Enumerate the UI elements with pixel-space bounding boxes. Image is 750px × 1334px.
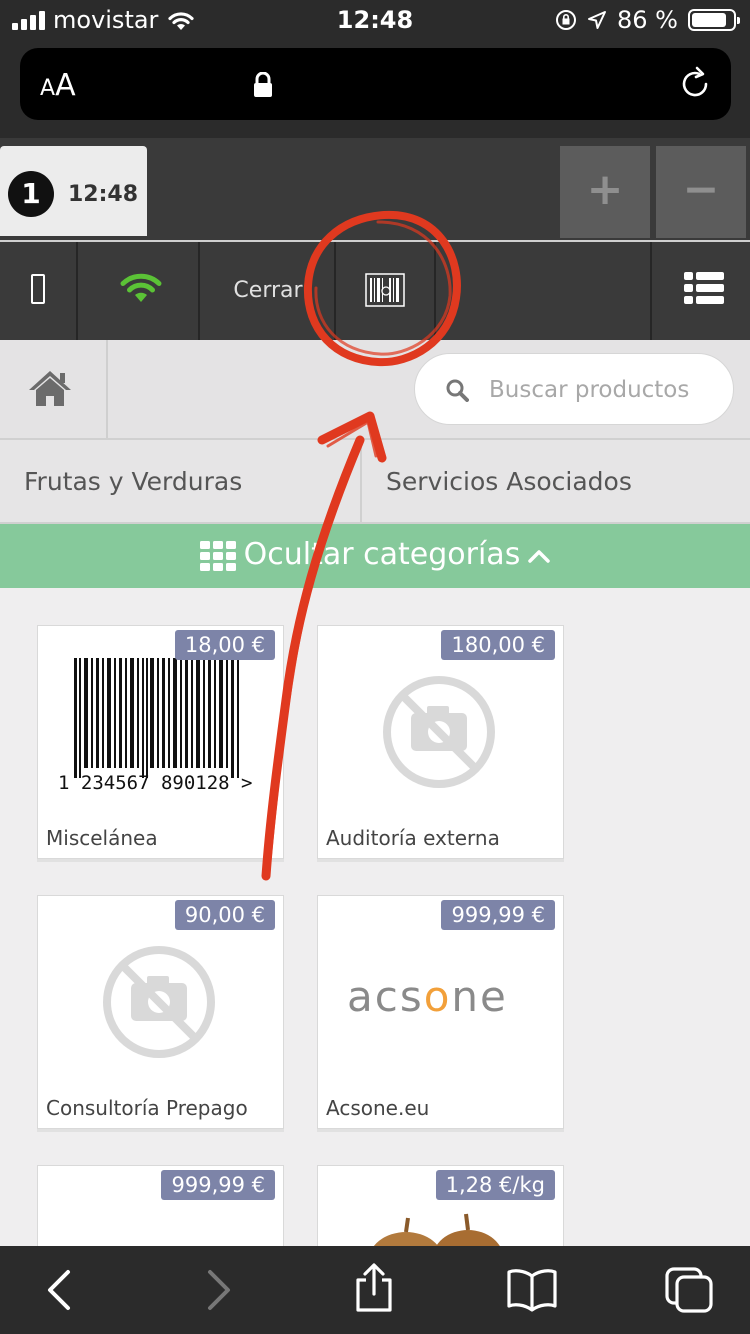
address-bar[interactable]: AA: [20, 48, 731, 120]
share-icon[interactable]: [352, 1262, 396, 1314]
close-label: Cerrar: [233, 278, 303, 303]
device-button[interactable]: [0, 242, 78, 340]
pos-toolbar: 1 12:48 + − Cerrar: [0, 138, 750, 340]
battery-icon: [688, 9, 740, 31]
home-button[interactable]: [0, 340, 108, 438]
search-icon: [446, 379, 469, 402]
orientation-lock-icon: [556, 10, 577, 30]
tabs-icon[interactable]: [664, 1266, 714, 1314]
barcode-scanner-button[interactable]: [336, 242, 436, 340]
browser-bottom-bar: [0, 1246, 750, 1334]
grid-icon: [199, 540, 236, 571]
menu-button[interactable]: [650, 242, 750, 340]
product-card[interactable]: 999,99 €: [37, 1165, 284, 1246]
search-input[interactable]: [489, 368, 719, 412]
toggle-categories-button[interactable]: Ocultar categorías: [0, 524, 750, 588]
browser-top-bar: AA: [0, 42, 750, 138]
barcode-digits: 1 234567 890128 >: [58, 772, 252, 794]
close-session-button[interactable]: Cerrar: [200, 242, 336, 340]
product-card-acsone[interactable]: acsone 999,99 € Acsone.eu: [317, 895, 564, 1129]
product-search[interactable]: [414, 353, 734, 425]
product-price: 90,00 €: [174, 900, 275, 930]
ticket-time: 12:48: [68, 182, 139, 207]
forward-icon[interactable]: [204, 1266, 234, 1314]
product-card-consultoria-prepago[interactable]: 90,00 € Consultoría Prepago: [37, 895, 284, 1129]
product-name: Miscelánea: [46, 826, 158, 850]
category-tabs: Frutas y Verduras Servicios Asociados: [0, 438, 750, 524]
bookmarks-icon[interactable]: [506, 1266, 558, 1312]
product-price: 999,99 €: [441, 900, 555, 930]
product-card-miscelanea[interactable]: 1 234567 890128 > 18,00 € Miscelánea: [37, 625, 284, 859]
back-icon[interactable]: [44, 1266, 74, 1314]
product-price: 180,00 €: [441, 630, 555, 660]
text-size-button[interactable]: AA: [40, 68, 76, 103]
product-price: 1,28 €/kg: [435, 1170, 555, 1200]
product-card-auditoria-externa[interactable]: 180,00 € Auditoría externa: [317, 625, 564, 859]
phone-icon: [31, 274, 45, 304]
category-frutas-y-verduras[interactable]: Frutas y Verduras: [0, 440, 362, 524]
wifi-icon: [120, 273, 162, 302]
product-navbar: [0, 340, 750, 438]
remove-ticket-button[interactable]: −: [656, 146, 746, 238]
product-name: Auditoría externa: [326, 826, 500, 850]
status-right: 86 %: [555, 6, 740, 34]
svg-text:acsone: acsone: [347, 972, 508, 1021]
product-grid: 1 234567 890128 > 18,00 € Miscelánea 180…: [0, 588, 750, 1246]
home-icon: [29, 371, 71, 406]
add-ticket-button[interactable]: +: [560, 146, 650, 238]
product-card-onions[interactable]: 1,28 €/kg: [317, 1165, 564, 1246]
product-price: 18,00 €: [174, 630, 275, 660]
location-arrow-icon: [588, 11, 607, 29]
toolbar-row: Cerrar: [0, 242, 750, 340]
category-servicios-asociados[interactable]: Servicios Asociados: [362, 440, 750, 524]
chevron-up-icon: [528, 549, 551, 563]
ios-status-bar: movistar 12:48 86 %: [0, 0, 750, 42]
product-price: 999,99 €: [161, 1170, 275, 1200]
connection-status[interactable]: [78, 242, 200, 340]
ticket-number-badge: 1: [8, 171, 54, 217]
list-menu-icon: [684, 272, 724, 304]
lock-icon: [254, 72, 272, 97]
toggle-categories-label: Ocultar categorías: [243, 537, 521, 572]
battery-percent: 86 %: [617, 6, 678, 34]
product-name: Consultoría Prepago: [46, 1096, 248, 1120]
reload-icon[interactable]: [677, 66, 713, 102]
product-name: Acsone.eu: [326, 1096, 430, 1120]
barcode-scanner-icon: [365, 273, 405, 307]
ticket-tab[interactable]: 1 12:48: [0, 146, 147, 236]
